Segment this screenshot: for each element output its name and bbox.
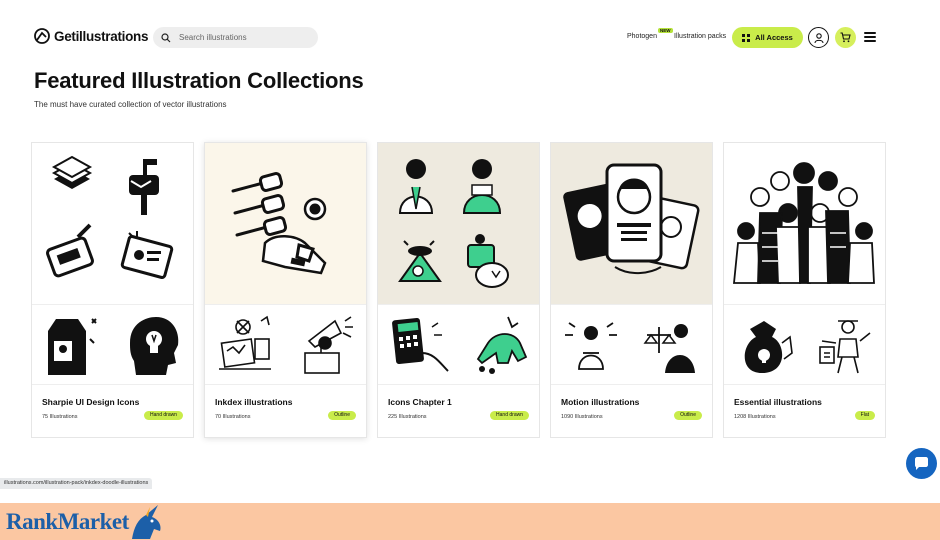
card-footer: Inkdex illustrations 70 Illustrations Ou… [205,384,366,438]
gramophone-illustration [304,316,353,374]
page: Getillustrations Photogen NEW Illustrati… [0,0,940,540]
card-count: 75 Illustrations [42,414,78,420]
card-thumbnails [551,304,712,384]
link-preview-statusbar: illustrations.com/illustration-pack/inkd… [0,478,153,489]
site-logo[interactable]: Getillustrations [34,28,149,44]
calculator-illustration [392,317,449,372]
collection-card-motion[interactable]: Motion illustrations 1090 Illustrations … [550,142,713,438]
hamburger-menu-icon[interactable] [864,32,876,42]
motion-phone-illustration [563,163,700,274]
card-hero-image [205,143,366,304]
account-button[interactable] [808,27,829,48]
icons-chapter-illustration [398,159,509,288]
desk-illustration [219,315,271,370]
traveler-illustration [819,320,871,374]
card-footer: Motion illustrations 1090 Illustrations … [551,384,712,438]
card-footer: Sharpie UI Design Icons 75 Illustrations… [32,384,193,438]
card-thumbnails [32,304,193,384]
search-input[interactable] [179,33,309,42]
card-count: 225 Illustrations [388,414,427,420]
card-title[interactable]: Sharpie UI Design Icons [42,397,139,407]
card-count: 70 Illustrations [215,414,251,420]
sharpie-icons-illustration [46,155,174,279]
top-navbar: Getillustrations Photogen NEW Illustrati… [0,0,940,74]
logo-text: Getillustrations [54,28,149,44]
rankmarket-logo: RankMarket [6,509,129,535]
nav-photogen[interactable]: Photogen [627,33,657,40]
collection-card-essential[interactable]: Essential illustrations 1208 Illustratio… [723,142,886,438]
logo-mark-icon [34,28,50,44]
collection-card-sharpie[interactable]: Sharpie UI Design Icons 75 Illustrations… [31,142,194,438]
milk-carton-illustration [48,318,97,375]
card-hero-image [32,143,193,304]
card-style-tag: Hand drawn [490,411,529,420]
card-title[interactable]: Inkdex illustrations [215,397,292,407]
all-access-button[interactable]: All Access [732,27,803,48]
user-icon [813,32,824,43]
grid-icon [742,33,751,42]
scales-person-illustration [643,324,695,373]
idea-head-illustration [130,317,179,375]
rankmarket-logo-part2: Market [57,509,130,534]
card-style-tag: Flat [854,411,875,420]
dinosaur-illustration [476,316,528,374]
crowd-illustration [733,162,875,284]
cart-button[interactable] [835,27,856,48]
card-footer: Icons Chapter 1 225 Illustrations Hand d… [378,384,539,438]
card-count: 1208 Illustrations [734,414,776,420]
new-badge: NEW [658,28,673,33]
search-bar[interactable] [153,27,318,48]
card-hero-image [551,143,712,304]
all-access-label: All Access [755,33,793,42]
card-thumbnails [724,304,885,384]
card-hero-image [378,143,539,304]
search-icon [161,32,171,42]
chat-bubble-icon [915,456,928,470]
card-style-tag: Hand drawn [144,411,183,420]
collection-card-inkdex[interactable]: Inkdex illustrations 70 Illustrations Ou… [204,142,367,438]
inkdex-hand-illustration [231,172,327,275]
card-thumbnails [378,304,539,384]
money-bag-illustration [744,321,793,373]
unicorn-icon [132,505,161,539]
page-subtitle: The must have curated collection of vect… [34,100,227,109]
card-thumbnails [205,304,366,384]
card-count: 1090 Illustrations [561,414,603,420]
card-hero-image [724,143,885,304]
nav-illustration-packs[interactable]: Illustration packs [674,33,726,40]
card-title[interactable]: Essential illustrations [734,397,822,407]
meditating-person-illustration [565,322,617,370]
card-footer: Essential illustrations 1208 Illustratio… [724,384,885,438]
card-title[interactable]: Icons Chapter 1 [388,397,452,407]
page-title: Featured Illustration Collections [34,68,364,93]
cart-icon [840,32,851,43]
rankmarket-logo-part1: Rank [6,509,58,534]
collection-card-icons-chapter[interactable]: Icons Chapter 1 225 Illustrations Hand d… [377,142,540,438]
card-style-tag: Outline [328,411,356,420]
chat-widget-button[interactable] [906,448,937,479]
card-title[interactable]: Motion illustrations [561,397,639,407]
card-style-tag: Outline [674,411,702,420]
